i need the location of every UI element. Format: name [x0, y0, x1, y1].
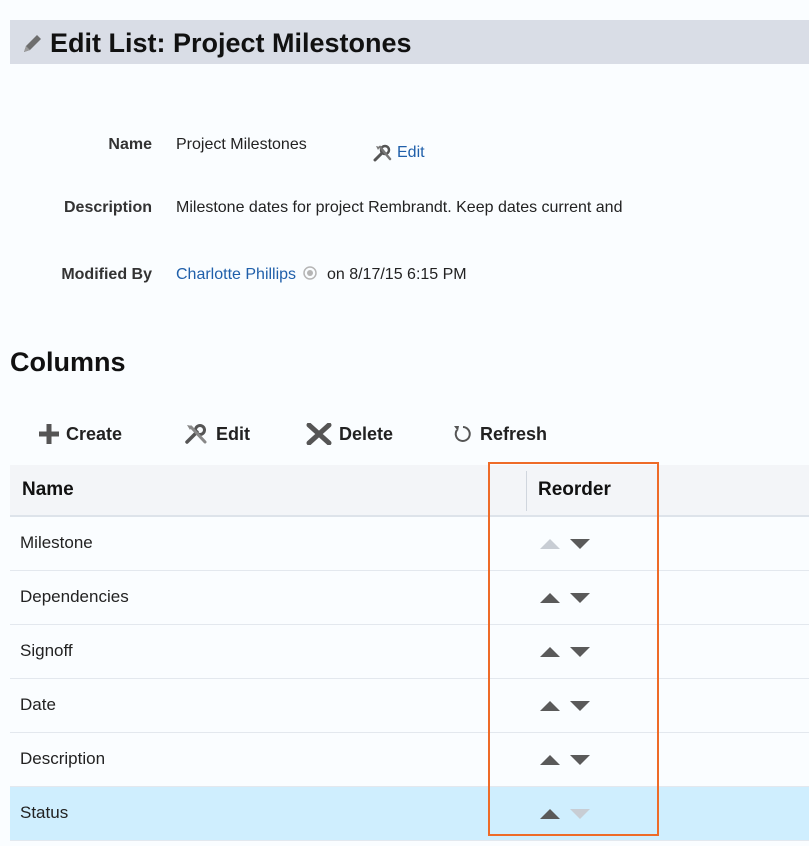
table-row[interactable]: Milestone	[10, 517, 809, 571]
reorder-controls	[540, 699, 590, 713]
user-link[interactable]: Charlotte Phillips	[176, 266, 296, 283]
column-name-cell: Status	[20, 803, 69, 822]
column-name-cell: Signoff	[20, 641, 73, 660]
modified-by-value: Charlotte Phillips on 8/17/15 6:15 PM	[176, 266, 467, 284]
pencil-icon	[24, 35, 41, 52]
move-up-icon	[540, 539, 560, 549]
reorder-controls	[540, 753, 590, 767]
column-header-name[interactable]: Name	[22, 479, 74, 501]
description-value: Milestone dates for project Rembrandt. K…	[176, 199, 623, 216]
move-down-icon[interactable]	[570, 539, 590, 549]
reorder-controls	[540, 537, 590, 551]
column-name-cell: Description	[20, 749, 106, 768]
create-label[interactable]: Create	[66, 424, 122, 445]
reorder-controls	[540, 645, 590, 659]
move-up-icon[interactable]	[540, 755, 560, 765]
description-label: Description	[63, 199, 152, 216]
plus-icon	[39, 424, 59, 444]
delete-x-icon	[306, 423, 332, 445]
table-body: Milestone Dependencies Signoff Date Descript…	[10, 517, 809, 841]
page-title: Edit List: Project Milestones	[50, 28, 412, 58]
move-down-icon[interactable]	[570, 755, 590, 765]
tools-icon	[185, 424, 207, 444]
table-header: Name Reorder	[10, 465, 809, 517]
header-divider	[526, 471, 527, 511]
reorder-controls	[540, 807, 590, 821]
modified-by-label: Modified By	[61, 266, 152, 283]
edit-link-label[interactable]: Edit	[397, 144, 425, 162]
move-down-icon	[570, 809, 590, 819]
delete-label[interactable]: Delete	[339, 424, 393, 445]
table-row[interactable]: Date	[10, 679, 809, 733]
move-down-icon[interactable]	[570, 701, 590, 711]
table-row[interactable]: Description	[10, 733, 809, 787]
refresh-label[interactable]: Refresh	[480, 424, 547, 445]
modified-timestamp: on 8/17/15 6:15 PM	[326, 266, 467, 283]
columns-table: Name Reorder Milestone Dependencies Signof…	[10, 465, 809, 841]
move-up-icon[interactable]	[540, 593, 560, 603]
column-name-cell: Date	[20, 695, 56, 714]
refresh-button[interactable]: Refresh	[452, 420, 547, 448]
presence-status-icon	[302, 266, 317, 280]
columns-heading: Columns	[10, 347, 126, 377]
reorder-controls	[540, 591, 590, 605]
table-row[interactable]: Status	[10, 787, 809, 841]
create-button[interactable]: Create	[38, 420, 122, 448]
edit-label[interactable]: Edit	[216, 424, 250, 445]
move-down-icon[interactable]	[570, 647, 590, 657]
move-down-icon[interactable]	[570, 593, 590, 603]
move-up-icon[interactable]	[540, 809, 560, 819]
table-row[interactable]: Signoff	[10, 625, 809, 679]
refresh-icon	[454, 426, 471, 442]
edit-button[interactable]: Edit	[184, 420, 250, 448]
tools-icon	[373, 144, 392, 162]
edit-name-link[interactable]: Edit	[372, 140, 425, 166]
delete-button[interactable]: Delete	[305, 420, 393, 448]
table-row[interactable]: Dependencies	[10, 571, 809, 625]
list-name-value: Project Milestones	[176, 136, 307, 153]
move-up-icon[interactable]	[540, 647, 560, 657]
page-header: Edit List: Project Milestones	[10, 20, 809, 64]
name-label: Name	[108, 136, 152, 153]
column-name-cell: Dependencies	[20, 587, 129, 606]
column-header-reorder: Reorder	[538, 479, 611, 500]
move-up-icon[interactable]	[540, 701, 560, 711]
column-name-cell: Milestone	[20, 533, 93, 552]
